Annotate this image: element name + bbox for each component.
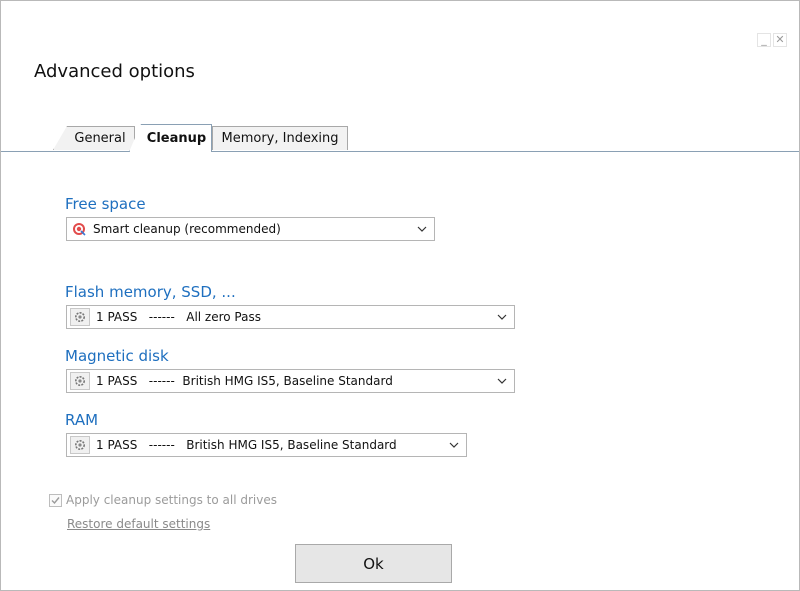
apply-all-drives-row: Apply cleanup settings to all drives xyxy=(49,493,277,507)
close-button[interactable]: ✕ xyxy=(773,33,787,47)
tab-memory-indexing[interactable]: Memory, Indexing xyxy=(212,126,348,150)
magnetic-disk-value: 1 PASS ------ British HMG IS5, Baseline … xyxy=(96,374,393,388)
free-space-value: Smart cleanup (recommended) xyxy=(93,222,281,236)
ram-label: RAM xyxy=(65,411,99,429)
gear-icon xyxy=(70,372,90,390)
chevron-down-icon xyxy=(446,442,462,448)
tab-cleanup[interactable]: Cleanup xyxy=(129,124,212,152)
apply-all-drives-label: Apply cleanup settings to all drives xyxy=(66,493,277,507)
free-space-select[interactable]: Smart cleanup (recommended) xyxy=(66,217,435,241)
chevron-down-icon xyxy=(494,378,510,384)
tab-strip: General Cleanup Memory, Indexing xyxy=(1,124,799,152)
chevron-down-icon xyxy=(494,314,510,320)
flash-memory-value: 1 PASS ------ All zero Pass xyxy=(96,310,261,324)
chevron-down-icon xyxy=(414,226,430,232)
dialog-window: _ ✕ Advanced options General Cleanup Mem… xyxy=(0,0,800,591)
magnetic-disk-select[interactable]: 1 PASS ------ British HMG IS5, Baseline … xyxy=(66,369,515,393)
dialog-title: Advanced options xyxy=(34,61,195,82)
ok-button[interactable]: Ok xyxy=(295,544,452,583)
ram-value: 1 PASS ------ British HMG IS5, Baseline … xyxy=(96,438,397,452)
flash-memory-label: Flash memory, SSD, ... xyxy=(65,283,236,301)
tab-general[interactable]: General xyxy=(53,126,135,150)
flash-memory-select[interactable]: 1 PASS ------ All zero Pass xyxy=(66,305,515,329)
ram-select[interactable]: 1 PASS ------ British HMG IS5, Baseline … xyxy=(66,433,467,457)
free-space-label: Free space xyxy=(65,195,146,213)
gear-icon xyxy=(70,308,90,326)
window-controls: _ ✕ xyxy=(757,33,787,47)
magnetic-disk-label: Magnetic disk xyxy=(65,347,169,365)
apply-all-drives-checkbox[interactable] xyxy=(49,493,62,507)
target-icon xyxy=(71,221,87,237)
restore-defaults-link[interactable]: Restore default settings xyxy=(67,517,210,531)
minimize-button[interactable]: _ xyxy=(757,33,771,47)
gear-icon xyxy=(70,436,90,454)
